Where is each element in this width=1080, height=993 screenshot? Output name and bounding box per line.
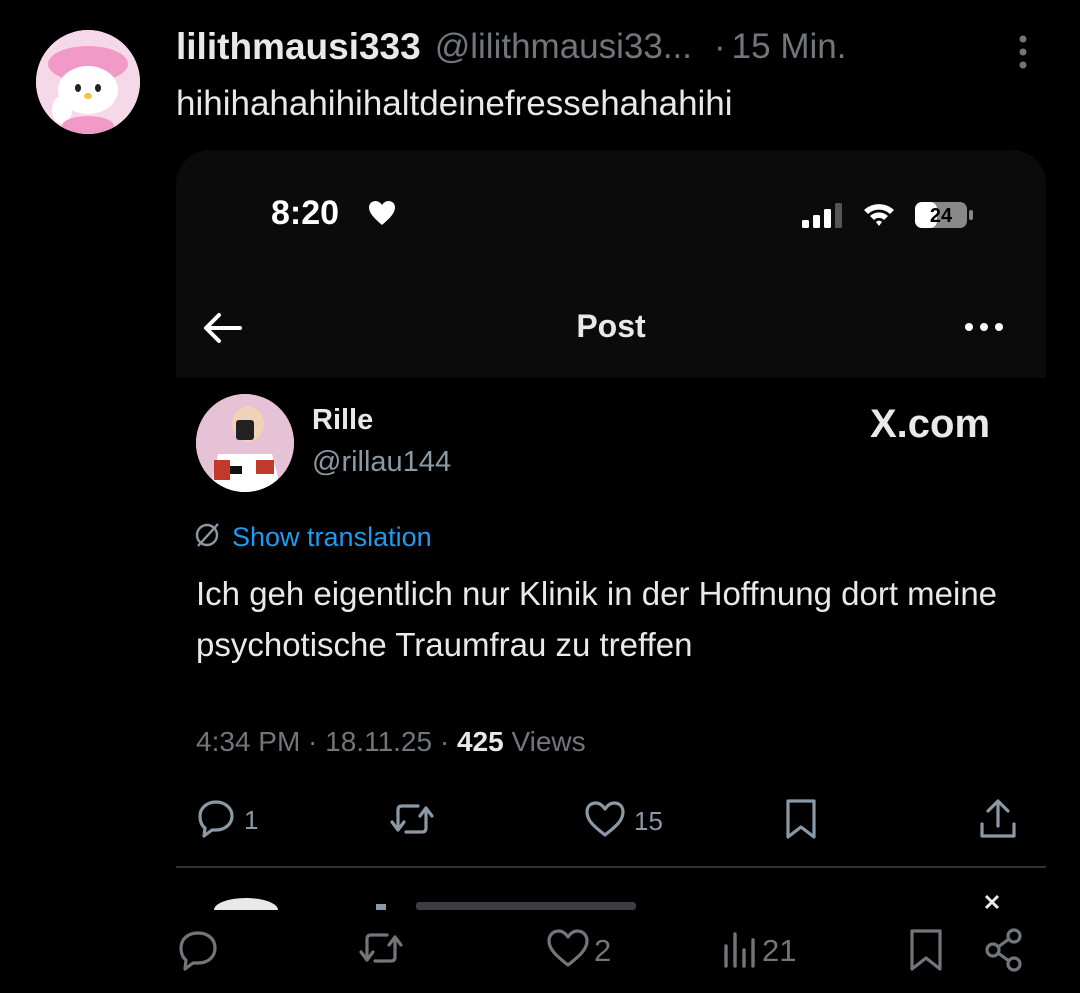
divider bbox=[176, 866, 1046, 868]
quoted-text: Ich geh eigentlich nur Klinik in der Hof… bbox=[196, 575, 998, 663]
retweet-icon bbox=[388, 800, 436, 843]
wifi-icon bbox=[862, 200, 896, 228]
reply-icon bbox=[176, 928, 220, 977]
like-count: 2 bbox=[594, 932, 612, 968]
views-count: 425 bbox=[456, 726, 504, 757]
more-horizontal-icon[interactable] bbox=[962, 320, 1006, 334]
views-icon bbox=[722, 928, 758, 973]
post-time[interactable]: 15 Min. bbox=[732, 27, 847, 67]
quoted-name[interactable]: Rille bbox=[312, 404, 373, 437]
quoted-like-button[interactable]: 15 bbox=[584, 800, 663, 843]
show-translation[interactable]: Show translation bbox=[194, 522, 432, 553]
battery-icon: 24 bbox=[914, 200, 974, 230]
display-name[interactable]: lilithmausi333 bbox=[176, 26, 421, 68]
views-count: 21 bbox=[762, 932, 797, 968]
signal-icon bbox=[800, 202, 846, 228]
share-icon bbox=[984, 928, 1024, 977]
status-time: 8:20 bbox=[271, 194, 340, 232]
share-icon bbox=[978, 798, 1018, 845]
views-label: Views bbox=[503, 726, 586, 757]
like-button[interactable]: 2 bbox=[546, 928, 611, 973]
like-icon bbox=[546, 928, 590, 973]
quoted-time: 4:34 PM · 18.11.25 · bbox=[196, 726, 457, 757]
quoted-bookmark-button[interactable] bbox=[784, 798, 818, 845]
quoted-reply-button[interactable]: 1 bbox=[196, 798, 258, 843]
user-handle[interactable]: @lilithmausi33... bbox=[435, 27, 692, 67]
quoted-handle[interactable]: @rillau144 bbox=[312, 446, 451, 479]
heart-icon bbox=[368, 200, 396, 226]
more-vertical-icon[interactable] bbox=[1010, 30, 1036, 74]
retweet-icon bbox=[356, 928, 406, 973]
post-header: lilithmausi333 @lilithmausi33... · 15 Mi… bbox=[176, 24, 846, 70]
next-reply-partial bbox=[206, 894, 1026, 910]
bookmark-button[interactable] bbox=[908, 928, 944, 977]
like-count: 15 bbox=[634, 806, 663, 836]
quoted-meta: 4:34 PM · 18.11.25 · 425 Views bbox=[196, 726, 586, 758]
globe-icon bbox=[194, 522, 220, 553]
separator: · bbox=[714, 27, 726, 66]
user-avatar[interactable] bbox=[36, 30, 140, 134]
views-button[interactable]: 21 bbox=[722, 928, 796, 973]
show-translation-label[interactable]: Show translation bbox=[232, 522, 432, 553]
nav-title: Post bbox=[576, 308, 646, 344]
retweet-button[interactable] bbox=[356, 928, 406, 973]
quoted-retweet-button[interactable] bbox=[388, 800, 436, 843]
bookmark-icon bbox=[908, 928, 944, 977]
quoted-share-button[interactable] bbox=[978, 798, 1018, 845]
quoted-avatar[interactable] bbox=[196, 394, 294, 492]
x-watermark: X.com bbox=[870, 402, 991, 446]
reply-icon bbox=[196, 798, 236, 843]
battery-level: 24 bbox=[930, 205, 953, 227]
bookmark-icon bbox=[784, 798, 818, 845]
post-text: hihihahahihihaltdeinefressehahahihi bbox=[176, 84, 733, 123]
attached-screenshot[interactable]: 8:20 24 Post Rille @rillau144 X.com Show… bbox=[176, 150, 1046, 910]
reply-count: 1 bbox=[244, 805, 259, 835]
share-button[interactable] bbox=[984, 928, 1024, 977]
like-icon bbox=[584, 800, 626, 843]
reply-button[interactable] bbox=[176, 928, 220, 977]
